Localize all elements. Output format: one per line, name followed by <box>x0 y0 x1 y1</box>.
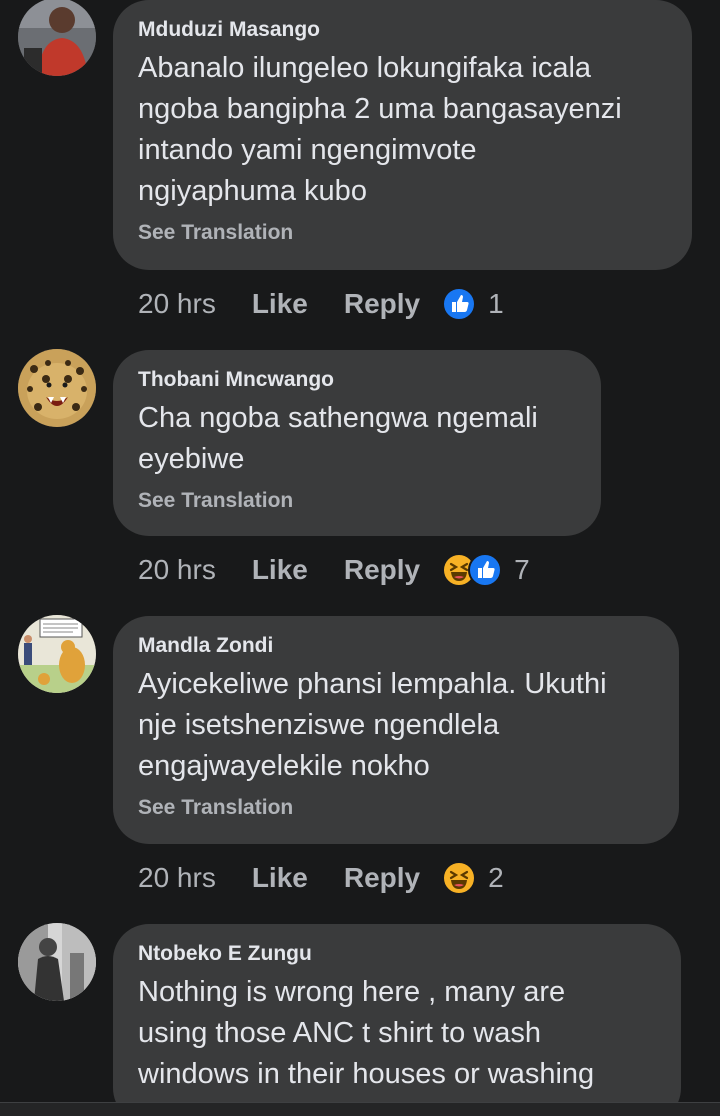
comment-line: engajwayelekile nokho <box>138 750 430 782</box>
avatar[interactable] <box>18 349 96 427</box>
like-reaction-icon <box>468 553 503 587</box>
reaction-count: 7 <box>514 554 530 585</box>
comment-bubble: Ntobeko E Zungu Nothing is wrong here , … <box>113 924 681 1116</box>
like-button[interactable]: Like <box>252 554 308 586</box>
comment-timestamp[interactable]: 20 hrs <box>138 554 216 586</box>
comment-line: eyebiwe <box>138 443 245 475</box>
comment-bubble: Thobani Mncwango Cha ngoba sathengwa nge… <box>113 350 601 536</box>
comment-bubble: Mduduzi Masango Abanalo ilungeleo lokung… <box>113 0 692 270</box>
like-reaction-icon <box>442 287 477 321</box>
bottom-bar <box>0 1102 720 1116</box>
comment-actions: 20 hrs Like Reply 2 <box>138 858 504 898</box>
like-button[interactable]: Like <box>252 862 308 894</box>
reply-button[interactable]: Reply <box>344 554 420 586</box>
comment-timestamp[interactable]: 20 hrs <box>138 862 216 894</box>
comment-author[interactable]: Ntobeko E Zungu <box>138 940 655 968</box>
comment-text: Cha ngoba sathengwa ngemali eyebiwe <box>138 398 575 480</box>
comment-line: intando yami ngengimvote <box>138 134 477 166</box>
reaction-count: 2 <box>488 862 504 893</box>
comment-line: ngiyaphuma kubo <box>138 175 367 207</box>
avatar[interactable] <box>18 0 96 76</box>
avatar[interactable] <box>18 615 96 693</box>
comment-actions: 20 hrs Like Reply 7 <box>138 550 530 590</box>
haha-reaction-icon <box>442 861 477 895</box>
comment-line: nje isetshenziswe ngendlela <box>138 709 500 741</box>
comment-line: ngoba bangipha 2 uma bangasayenzi <box>138 93 622 125</box>
comment-bubble: Mandla Zondi Ayicekeliwe phansi lempahla… <box>113 616 679 844</box>
comment-actions: 20 hrs Like Reply 1 <box>138 284 504 324</box>
comment-line: windows in their houses or washing <box>138 1058 595 1090</box>
comment-author[interactable]: Thobani Mncwango <box>138 366 575 394</box>
comment-line: Abanalo ilungeleo lokungifaka icala <box>138 52 592 84</box>
comment-text: Nothing is wrong here , many are using t… <box>138 972 655 1095</box>
comment-line: Ayicekeliwe phansi lempahla. Ukuthi <box>138 668 607 700</box>
reaction-summary[interactable]: 1 <box>442 287 504 321</box>
comments-feed: Mduduzi Masango Abanalo ilungeleo lokung… <box>0 0 720 1116</box>
see-translation-link[interactable]: See Translation <box>138 486 575 516</box>
reply-button[interactable]: Reply <box>344 288 420 320</box>
reply-button[interactable]: Reply <box>344 862 420 894</box>
see-translation-link[interactable]: See Translation <box>138 793 653 823</box>
comment-timestamp[interactable]: 20 hrs <box>138 288 216 320</box>
comment-line: Cha ngoba sathengwa ngemali <box>138 402 538 434</box>
comment-text: Abanalo ilungeleo lokungifaka icala ngob… <box>138 48 666 212</box>
comment-author[interactable]: Mandla Zondi <box>138 632 653 660</box>
see-translation-link[interactable]: See Translation <box>138 218 666 248</box>
avatar[interactable] <box>18 923 96 1001</box>
comment-author[interactable]: Mduduzi Masango <box>138 16 666 44</box>
comment-line: using those ANC t shirt to wash <box>138 1017 541 1049</box>
comment-line: Nothing is wrong here , many are <box>138 976 566 1008</box>
like-button[interactable]: Like <box>252 288 308 320</box>
reaction-summary[interactable]: 2 <box>442 861 504 895</box>
reaction-summary[interactable]: 7 <box>442 553 530 587</box>
comment-text: Ayicekeliwe phansi lempahla. Ukuthi nje … <box>138 664 653 787</box>
reaction-count: 1 <box>488 288 504 319</box>
